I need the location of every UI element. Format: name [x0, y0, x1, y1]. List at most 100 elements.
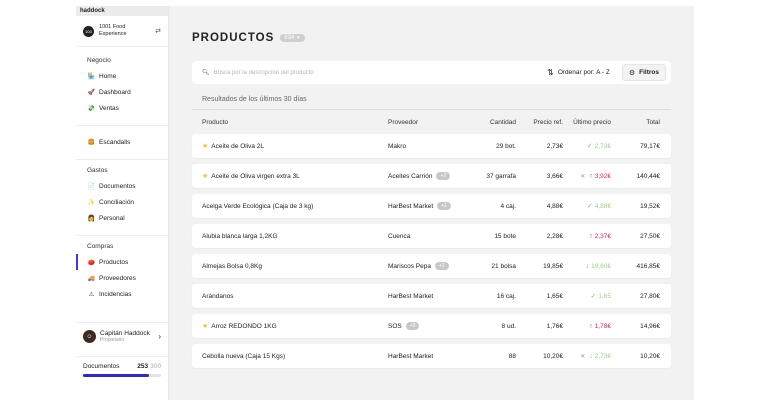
product-name: Alubia blanca larga 1,2KG	[202, 232, 278, 240]
money-icon: 💸	[87, 105, 96, 112]
sidebar-item-label: Productos	[99, 258, 129, 266]
user-menu[interactable]: ☺ Capitán Haddock Propietario ›	[76, 322, 168, 350]
sidebar-item-documentos[interactable]: 📄 Documentos	[76, 178, 168, 194]
org-name: 1001 Food Experience	[99, 24, 127, 37]
ref-price: 10,20€	[543, 352, 563, 360]
filters-button[interactable]: ⚙ Filtros	[621, 64, 666, 81]
sidebar-item-label: Conciliación	[99, 198, 135, 206]
warning-icon: ⚠	[88, 291, 95, 298]
sidebar-nav: Negocio 🏪 Home 🚀 Dashboard 💸 Ventas 🍔 Es…	[76, 47, 168, 302]
table-row[interactable]: Arándanos HarBest Market 16 caj. 1,65€ ✓…	[192, 284, 671, 308]
check-icon: ✓	[586, 143, 593, 150]
app-window: haddock 100 1001 Food Experience ⇄ Negoc…	[76, 6, 694, 400]
shop-icon: 🏪	[87, 73, 96, 80]
table-row[interactable]: Alubia blanca larga 1,2KG Cuenca 15 bote…	[192, 224, 671, 248]
header-provider[interactable]: Proveedor	[388, 119, 462, 126]
arrow-up-icon: ↑	[589, 232, 593, 240]
docs-count: 253	[137, 363, 149, 370]
provider-name: Makro	[388, 142, 407, 150]
product-name: Cebolla nueva (Caja 15 Kgs)	[202, 352, 286, 360]
sort-button[interactable]: ⇅ Ordenar por: A - Z	[547, 68, 610, 77]
product-name: Arándanos	[202, 292, 234, 300]
table-body: ★ Aceite de Oliva 2L Makro 29 bot. 2,73€ …	[192, 134, 671, 368]
last-price: 2,37€	[594, 232, 611, 240]
table-header: Producto Proveedor Cantidad Precio ref. …	[192, 110, 671, 134]
sort-icon: ⇅	[547, 68, 554, 77]
close-icon[interactable]: ✕	[580, 173, 585, 180]
quantity: 4 caj.	[500, 202, 516, 210]
org-switcher[interactable]: 100 1001 Food Experience ⇄	[76, 16, 168, 47]
sidebar-item-productos[interactable]: 🍅 Productos	[76, 254, 168, 270]
sidebar-item-label: Ventas	[99, 104, 119, 112]
quantity: 21 bolsa	[491, 262, 516, 270]
count-badge[interactable]: 634 ✕	[280, 34, 305, 42]
provider-name: HarBest Market	[388, 352, 434, 360]
sidebar-item-escandalls[interactable]: 🍔 Escandalls	[76, 134, 168, 150]
search-input[interactable]	[213, 69, 548, 76]
table-row[interactable]: Almejas Bolsa 0,8Kg Mariscos Pepa +1 21 b…	[192, 254, 671, 278]
ref-price: 3,66€	[546, 172, 563, 180]
table-row[interactable]: ★ Aceite de Oliva 2L Makro 29 bot. 2,73€ …	[192, 134, 671, 158]
last-price: 2,73€	[594, 142, 611, 150]
org-logo-icon: 100	[83, 25, 94, 37]
extra-providers-badge: +1	[437, 202, 451, 210]
sidebar-item-proveedores[interactable]: 🚚 Proveedores	[76, 270, 168, 286]
sidebar-item-label: Home	[99, 72, 117, 80]
docs-max: 300	[150, 363, 161, 370]
header-last-price[interactable]: Último precio	[563, 119, 611, 126]
arrow-up-icon: ↑	[589, 172, 593, 180]
sidebar-item-label: Dashboard	[99, 88, 131, 96]
provider-name: Cuenca	[388, 232, 411, 240]
provider-name: Mariscos Pepa	[388, 262, 431, 270]
header-qty[interactable]: Cantidad	[462, 119, 516, 126]
close-icon[interactable]: ✕	[296, 35, 300, 41]
table-row[interactable]: ★ Aceite de Oliva virgen extra 3L Aceites…	[192, 164, 671, 188]
document-icon: 📄	[87, 183, 96, 190]
provider-name: SOS	[388, 322, 402, 330]
extra-providers-badge: +2	[436, 172, 451, 180]
close-icon[interactable]: ✕	[580, 353, 585, 360]
user-name: Capitán Haddock	[100, 330, 150, 337]
sidebar-item-dashboard[interactable]: 🚀 Dashboard	[76, 84, 168, 100]
sidebar-item-incidencias[interactable]: ⚠ Incidencias	[76, 286, 168, 302]
product-name: Arroz REDONDO 1KG	[211, 322, 277, 330]
person-icon: 👩	[87, 215, 96, 222]
total: 140,44€	[636, 172, 661, 180]
sidebar-item-conciliacion[interactable]: ✨ Conciliación	[76, 194, 168, 210]
total: 19,52€	[640, 202, 660, 210]
truck-icon: 🚚	[87, 275, 96, 282]
last-price: 3,92€	[594, 172, 611, 180]
ref-price: 1,65€	[546, 292, 563, 300]
sidebar-item-label: Proveedores	[99, 274, 136, 282]
star-icon[interactable]: ★	[202, 142, 208, 150]
ref-price: 1,76€	[546, 322, 563, 330]
documents-usage: Documentos 253 300	[76, 356, 168, 383]
header-product[interactable]: Producto	[192, 119, 388, 126]
header-price[interactable]: Precio ref.	[516, 119, 563, 126]
header-total[interactable]: Total	[611, 119, 660, 126]
table-row[interactable]: Cebolla nueva (Caja 15 Kgs) HarBest Mark…	[192, 344, 671, 368]
star-icon[interactable]: ★	[202, 172, 208, 180]
sidebar-item-home[interactable]: 🏪 Home	[76, 68, 168, 84]
sidebar-item-ventas[interactable]: 💸 Ventas	[76, 100, 168, 116]
product-name: Almejas Bolsa 0,8Kg	[202, 262, 262, 270]
page-title: PRODUCTOS	[192, 32, 275, 44]
total: 27,50€	[640, 232, 660, 240]
total: 10,20€	[640, 352, 660, 360]
quantity: 37 garrafa	[486, 172, 516, 180]
chevron-right-icon: ›	[158, 332, 161, 341]
ref-price: 19,85€	[543, 262, 563, 270]
table-row[interactable]: Acelga Verde Ecológica (Caja de 3 kg) Ha…	[192, 194, 671, 218]
sidebar-item-personal[interactable]: 👩 Personal	[76, 210, 168, 226]
last-price: 19,60€	[591, 262, 611, 270]
section-title: Negocio	[87, 57, 111, 64]
arrow-down-icon: ↓	[589, 352, 593, 360]
rocket-icon: 🚀	[87, 89, 96, 96]
table-row[interactable]: ★ Arroz REDONDO 1KG SOS +3 8 ud. 1,76€ ↑ 1,…	[192, 314, 671, 338]
star-icon[interactable]: ★	[202, 322, 208, 330]
swap-icon[interactable]: ⇄	[155, 27, 161, 35]
check-icon: ✓	[590, 293, 597, 300]
sidebar-item-label: Documentos	[99, 182, 136, 190]
total: 416,85€	[636, 262, 661, 270]
search-icon: 🔍︎	[202, 70, 210, 76]
